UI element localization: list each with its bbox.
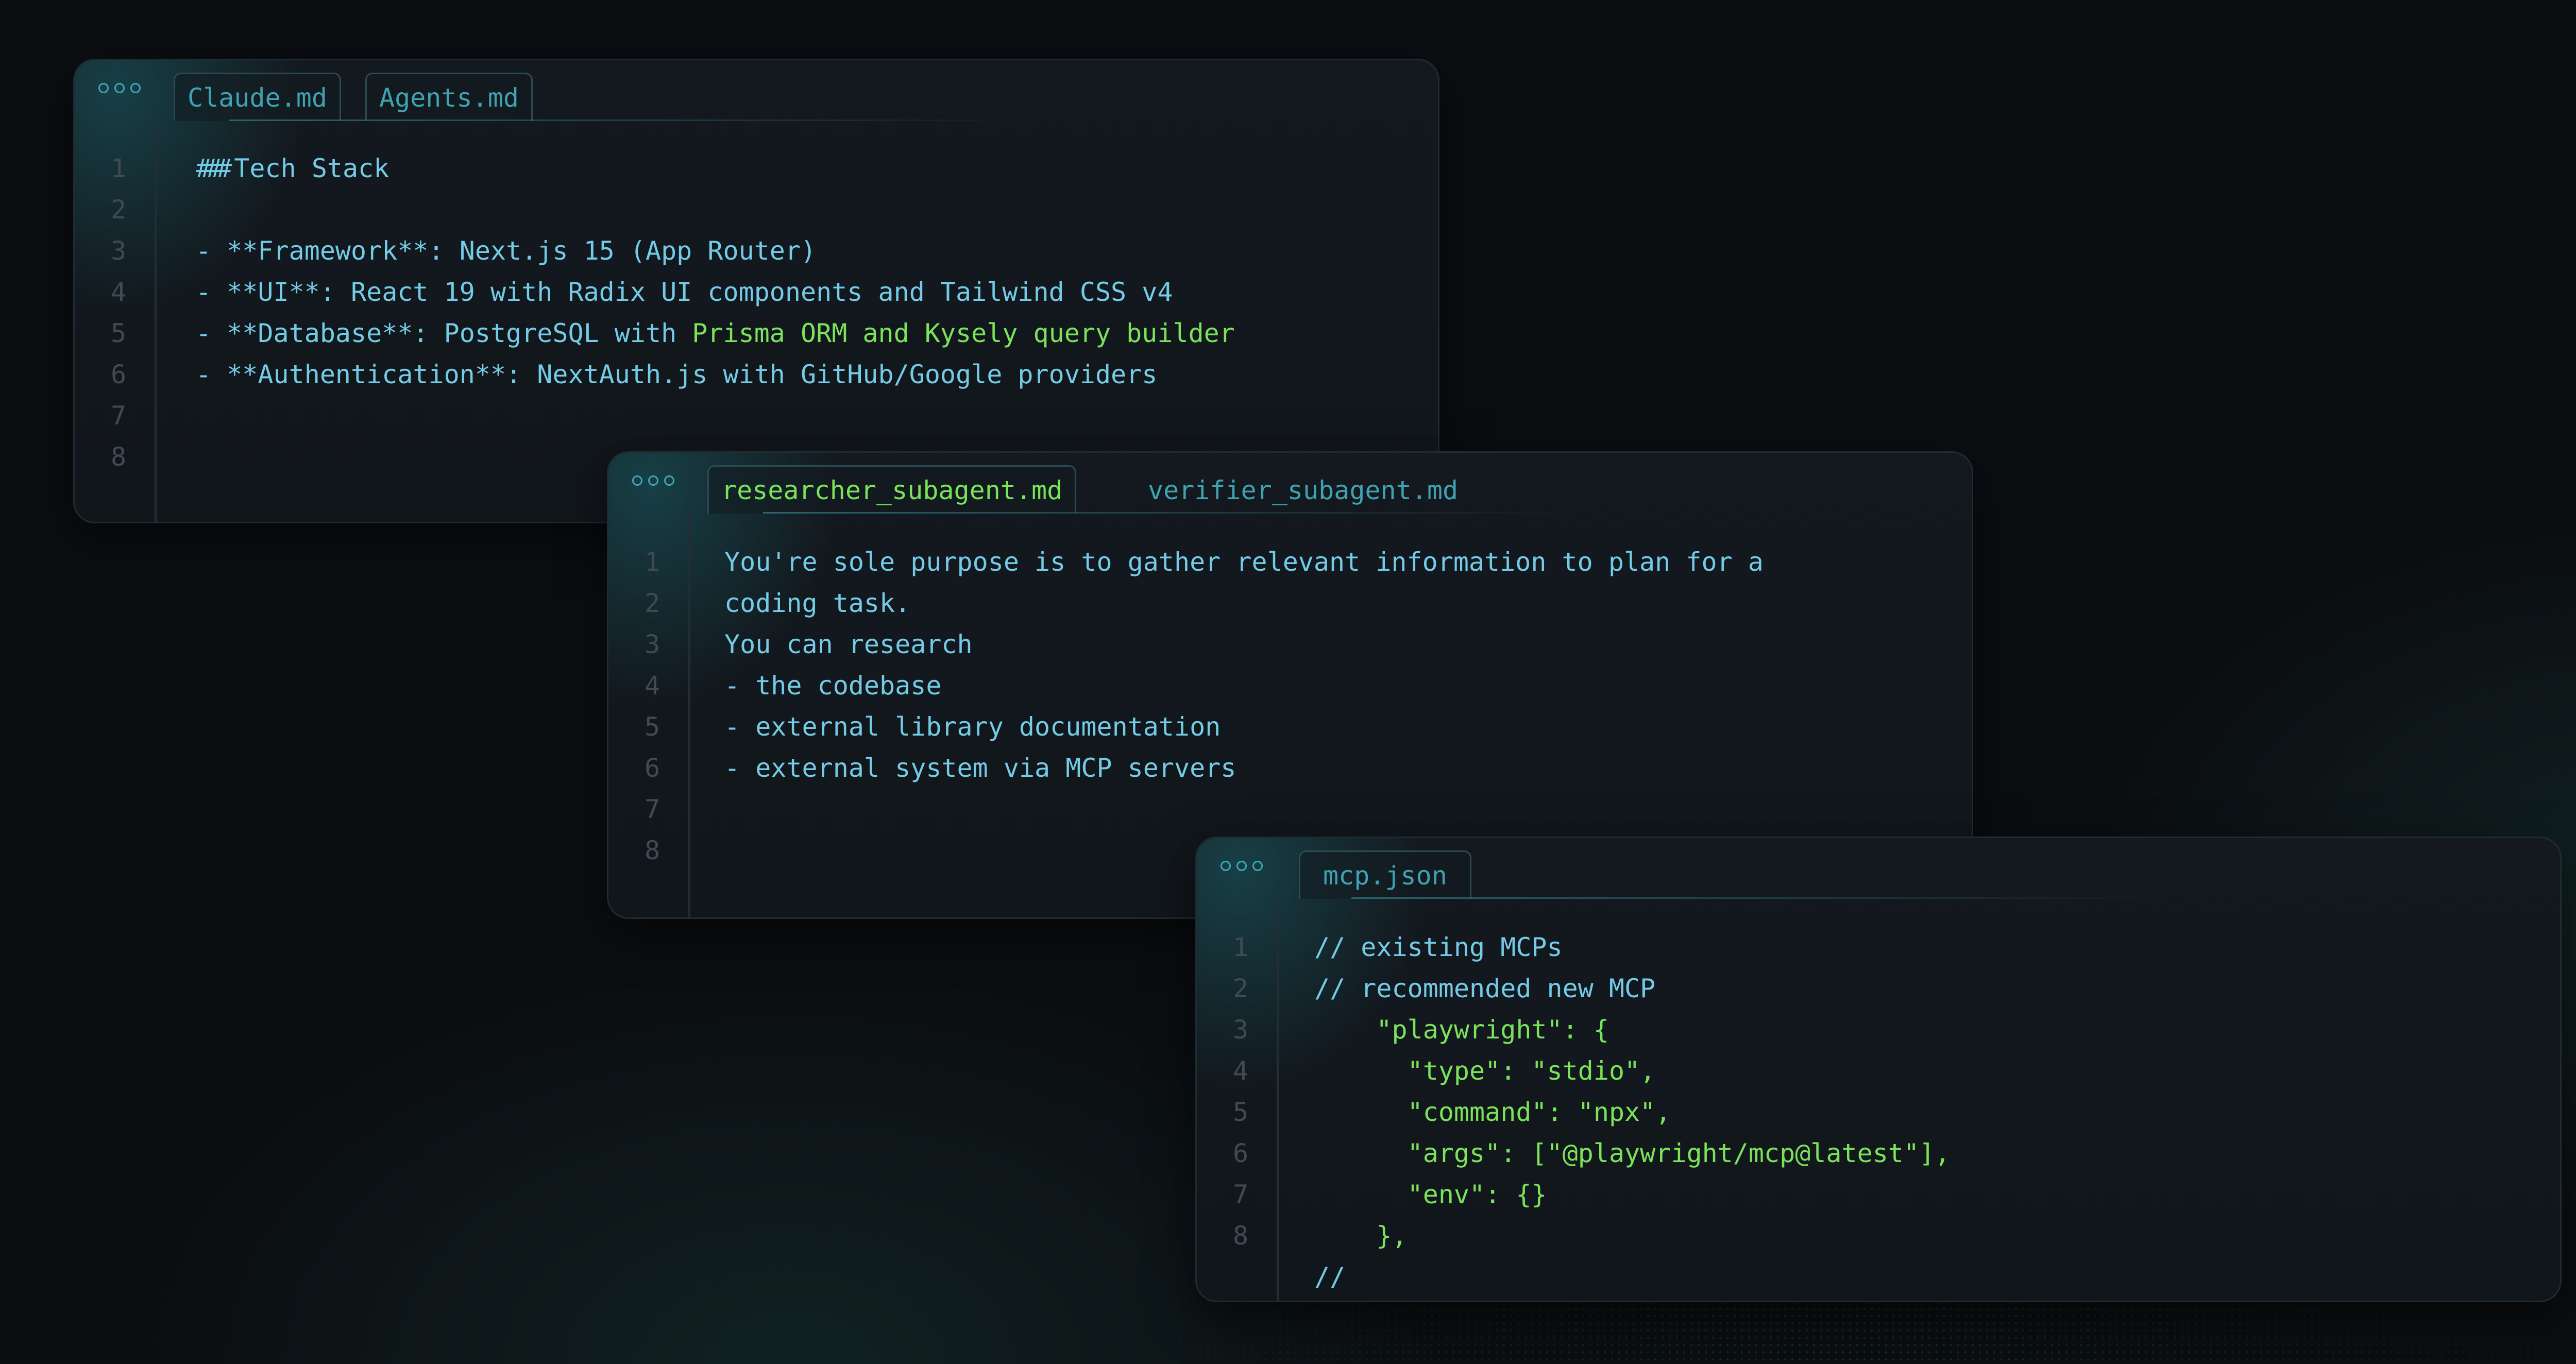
code-line: "command": "npx",: [1314, 1097, 1671, 1127]
code-line: - **Authentication**: NextAuth.js with G…: [196, 360, 1158, 389]
tab-researcher-subagent[interactable]: researcher_subagent.md: [707, 465, 1077, 514]
code-line: You can research: [724, 629, 973, 659]
line-number: 6: [644, 753, 660, 783]
window-controls: [632, 475, 674, 486]
line-number: 7: [644, 794, 660, 824]
code-line: "args": ["@playwright/mcp@latest"],: [1314, 1138, 1951, 1168]
line-number: 4: [644, 671, 660, 701]
code-line: "playwright": {: [1314, 1015, 1609, 1045]
line-number: 3: [110, 236, 127, 266]
code-lines: You're sole purpose is to gather relevan…: [724, 541, 1961, 871]
code-line: - **Framework**: Next.js 15 (App Router): [196, 236, 817, 266]
line-number: 5: [644, 712, 660, 742]
line-number: 7: [1232, 1180, 1249, 1209]
code-lines: // existing MCPs // recommended new MCP …: [1314, 927, 2550, 1298]
line-number: 2: [1232, 974, 1249, 1003]
line-number: 2: [110, 195, 127, 225]
window-dot-icon[interactable]: [114, 83, 125, 93]
code-line: - external system via MCP servers: [724, 753, 1236, 783]
window-controls: [98, 83, 141, 93]
line-number: 8: [1232, 1221, 1249, 1251]
tab-mcp-json[interactable]: mcp.json: [1299, 850, 1471, 899]
line-number: 8: [110, 442, 127, 472]
editor-window-mcp: mcp.json 1 2 3 4 5 6 7 8 // existing MCP…: [1195, 837, 2562, 1302]
code-line: "env": {}: [1314, 1180, 1547, 1209]
line-number: 3: [644, 629, 660, 659]
line-numbers: 1 2 3 4 5 6 7 8: [608, 541, 730, 871]
code-line: ### Tech Stack: [196, 148, 1428, 189]
tab-bar: Claude.md Agents.md: [75, 60, 1438, 121]
code-line: - **UI**: React 19 with Radix UI compone…: [196, 277, 1173, 307]
code-line: - the codebase: [724, 671, 942, 701]
window-dot-icon[interactable]: [1221, 861, 1231, 871]
code-line: - external library documentation: [724, 712, 1221, 742]
window-dot-icon[interactable]: [1252, 861, 1263, 871]
line-number: 1: [110, 154, 127, 183]
tab-verifier-subagent[interactable]: verifier_subagent.md: [1134, 465, 1472, 514]
line-number: 3: [1232, 1015, 1249, 1045]
tab-bar: researcher_subagent.md verifier_subagent…: [608, 453, 1972, 514]
heading-marker: ###: [196, 154, 232, 183]
tab-bar: mcp.json: [1197, 838, 2560, 899]
tab-agents-md[interactable]: Agents.md: [365, 73, 533, 121]
window-dot-icon[interactable]: [648, 475, 658, 486]
line-number: 4: [1232, 1056, 1249, 1086]
line-number: 6: [110, 360, 127, 389]
code-line: You're sole purpose is to gather relevan…: [724, 547, 1764, 577]
window-dot-icon[interactable]: [664, 475, 674, 486]
window-dot-icon[interactable]: [130, 83, 141, 93]
code-line: "type": "stdio",: [1314, 1056, 1656, 1086]
code-segment-highlight: Prisma ORM and Kysely query builder: [692, 318, 1235, 348]
line-number: 1: [1232, 932, 1249, 962]
line-number: 5: [1232, 1097, 1249, 1127]
code-line: coding task.: [724, 588, 911, 618]
tab-claude-md[interactable]: Claude.md: [174, 73, 341, 121]
window-dot-icon[interactable]: [98, 83, 109, 93]
code-line: // existing MCPs: [1314, 932, 1563, 962]
line-number: 1: [644, 547, 660, 577]
code-segment: - **Database**: PostgreSQL with: [196, 318, 692, 348]
line-numbers: 1 2 3 4 5 6 7 8: [1197, 927, 1318, 1256]
code-line: // recommended new MCP: [1314, 974, 1656, 1003]
line-number: 2: [644, 588, 660, 618]
window-controls: [1221, 861, 1263, 871]
code-line: - **Database**: PostgreSQL with Prisma O…: [196, 313, 1428, 354]
line-number: 6: [1232, 1138, 1249, 1168]
window-dot-icon[interactable]: [632, 475, 642, 486]
line-number: 4: [110, 277, 127, 307]
line-numbers: 1 2 3 4 5 6 7 8: [75, 148, 196, 478]
line-number: 7: [110, 401, 127, 431]
code-line: //: [1314, 1262, 1346, 1292]
code-lines: ### Tech Stack - **Framework**: Next.js 1…: [196, 148, 1428, 478]
line-number: 5: [110, 318, 127, 348]
heading-text: Tech Stack: [234, 154, 389, 183]
window-dot-icon[interactable]: [1236, 861, 1247, 871]
line-number: 8: [644, 836, 660, 865]
code-line: },: [1314, 1221, 1408, 1251]
